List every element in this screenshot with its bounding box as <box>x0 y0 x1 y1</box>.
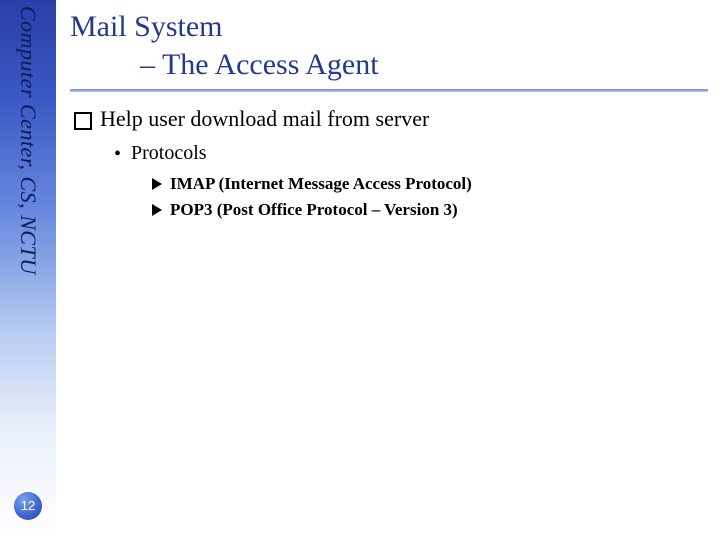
protocol-item: IMAP (Internet Message Access Protocol) <box>170 174 472 194</box>
triangle-bullet-icon <box>152 204 162 216</box>
slide-title-line2: – The Access Agent <box>70 46 708 84</box>
slide-content: Mail System – The Access Agent Help user… <box>70 8 708 226</box>
dot-bullet-icon: • <box>114 142 121 166</box>
main-point-text: Help user download mail from server <box>100 106 429 132</box>
square-bullet-icon <box>74 112 92 130</box>
bullet-level1: Help user download mail from server <box>74 106 708 132</box>
bullet-level3: IMAP (Internet Message Access Protocol) <box>152 174 708 194</box>
sidebar-org-label: Computer Center, CS, NCTU <box>15 6 41 275</box>
bullet-level3: POP3 (Post Office Protocol – Version 3) <box>152 200 708 220</box>
triangle-bullet-icon <box>152 178 162 190</box>
slide-body: Help user download mail from server • Pr… <box>70 106 708 220</box>
sub-heading-text: Protocols <box>131 142 207 165</box>
protocol-item: POP3 (Post Office Protocol – Version 3) <box>170 200 458 220</box>
bullet-level2: • Protocols <box>114 142 708 166</box>
slide-title-line1: Mail System <box>70 8 708 46</box>
sidebar-gradient: Computer Center, CS, NCTU 12 <box>0 0 56 540</box>
title-underline <box>70 89 708 92</box>
page-number-badge: 12 <box>14 492 42 520</box>
